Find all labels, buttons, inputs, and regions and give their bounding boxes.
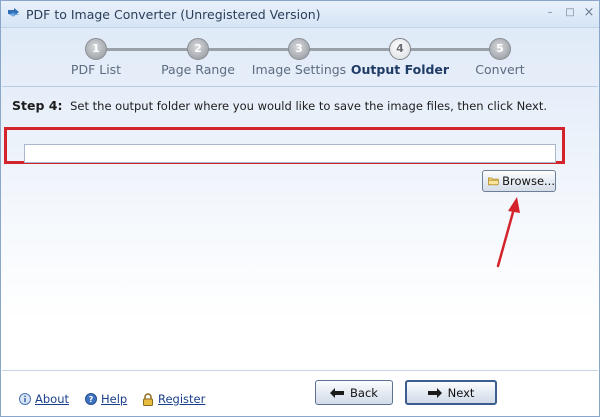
- register-link-label: Register: [158, 392, 206, 406]
- step-1-label: PDF List: [70, 62, 122, 77]
- step-3-label: Image Settings: [251, 62, 347, 77]
- next-button[interactable]: Next: [405, 380, 497, 405]
- minimize-icon[interactable]: –: [542, 6, 558, 20]
- footer-divider: [2, 370, 598, 371]
- back-button[interactable]: Back: [315, 380, 393, 405]
- svg-text:?: ?: [89, 395, 94, 404]
- info-icon: [19, 393, 31, 405]
- step-2-circle: 2: [187, 38, 209, 60]
- maximize-icon[interactable]: □: [562, 6, 578, 20]
- app-window: PDF to Image Converter (Unregistered Ver…: [0, 0, 600, 417]
- close-icon[interactable]: ×: [581, 6, 597, 20]
- register-link[interactable]: Register: [142, 392, 205, 406]
- step-description: Set the output folder where you would li…: [70, 99, 548, 113]
- step-5-circle: 5: [489, 38, 511, 60]
- lock-icon: [143, 392, 153, 406]
- step-2-label: Page Range: [161, 62, 235, 77]
- header-divider: [2, 86, 598, 87]
- help-icon: ?: [85, 393, 97, 405]
- back-button-label: Back: [350, 385, 378, 400]
- step-5-label: Convert: [475, 62, 525, 77]
- help-link[interactable]: ? Help: [85, 392, 127, 406]
- browse-button-label: Browse...: [502, 174, 555, 188]
- step-4-label: Output Folder: [350, 62, 450, 77]
- app-logo-icon: [8, 8, 20, 17]
- help-link-label: Help: [101, 392, 128, 406]
- about-link[interactable]: About: [19, 392, 69, 406]
- folder-icon: [488, 177, 500, 186]
- instruction-text: Step 4: Set the output folder where you …: [12, 98, 547, 113]
- about-link-label: About: [35, 392, 70, 406]
- step-1-circle: 1: [85, 38, 107, 60]
- arrow-left-icon: [330, 387, 345, 398]
- output-folder-input[interactable]: [24, 144, 556, 163]
- step-title: Step 4:: [12, 98, 63, 113]
- step-4-circle: 4: [389, 38, 411, 60]
- wizard-steps: 1 PDF List 2 Page Range 3 Image Settings…: [1, 28, 599, 86]
- step-3-circle: 3: [288, 38, 310, 60]
- next-button-label: Next: [447, 385, 475, 400]
- title-bar: PDF to Image Converter (Unregistered Ver…: [1, 1, 599, 28]
- annotation-arrow-icon: [496, 197, 520, 268]
- browse-button[interactable]: Browse...: [482, 170, 556, 192]
- arrow-right-icon: [427, 387, 442, 398]
- window-title: PDF to Image Converter (Unregistered Ver…: [26, 7, 321, 22]
